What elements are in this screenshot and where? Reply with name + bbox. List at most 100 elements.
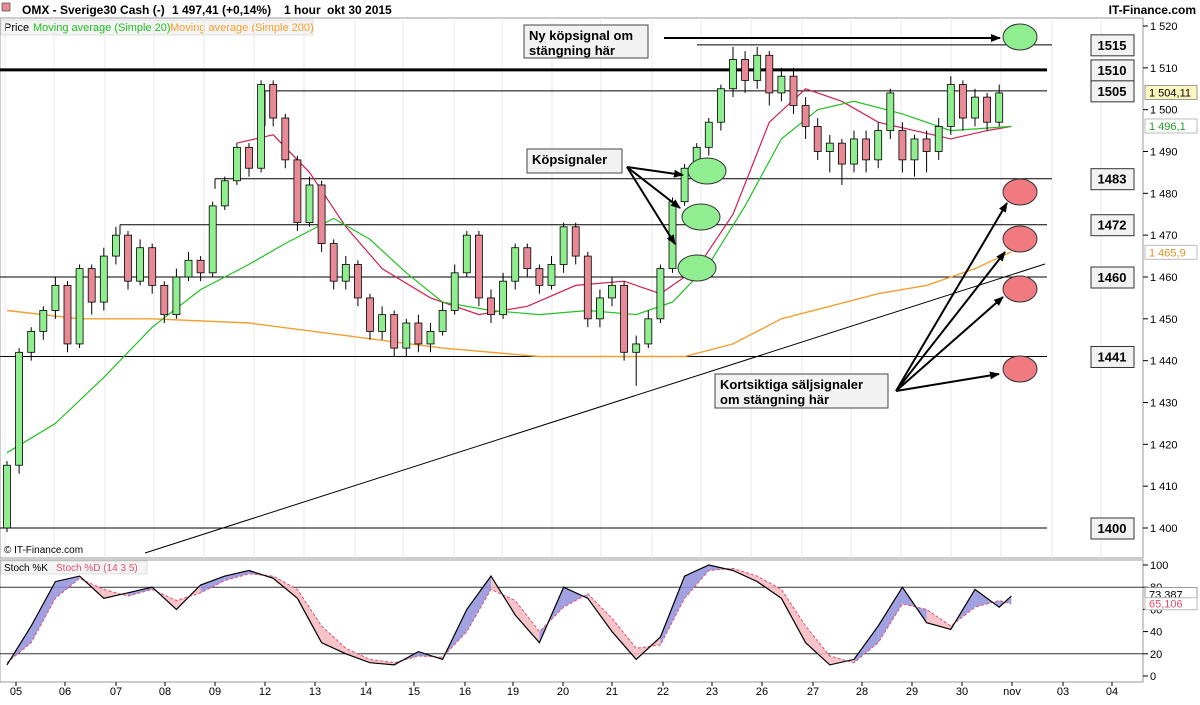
annotation-buy-new-text: Ny köpsignal om bbox=[529, 28, 633, 43]
candle-body bbox=[656, 268, 665, 320]
legend-stoch-k: Stoch %K bbox=[4, 563, 48, 574]
candle bbox=[583, 251, 592, 328]
legend-price: Price bbox=[4, 22, 29, 34]
candle-body bbox=[208, 205, 217, 274]
sell-signal-marker bbox=[1002, 355, 1038, 383]
x-tick-label: 21 bbox=[606, 686, 618, 698]
candle-body bbox=[886, 92, 895, 131]
annotation-buy: Köpsignaler bbox=[526, 148, 623, 174]
stoch-d-value-tag: 65,106 bbox=[1144, 597, 1198, 611]
candle-body bbox=[487, 297, 495, 316]
candle-body bbox=[499, 280, 508, 316]
level-label-1510: 1510 bbox=[1090, 59, 1135, 82]
stoch-tick-label: 0 bbox=[1150, 671, 1156, 683]
x-tick-label: 20 bbox=[557, 686, 569, 698]
candle bbox=[75, 264, 84, 349]
y-tick-label: 1 440 bbox=[1150, 356, 1178, 368]
candle-body bbox=[269, 84, 278, 119]
candle-body bbox=[983, 96, 991, 123]
candle-body bbox=[922, 138, 931, 152]
header-interval: 1 hour bbox=[284, 3, 321, 17]
candle bbox=[462, 230, 471, 277]
candle bbox=[656, 264, 665, 324]
candle-body bbox=[838, 142, 846, 165]
annotation-buy-text: Köpsignaler bbox=[532, 152, 607, 167]
candle-body bbox=[317, 184, 326, 244]
candle-body bbox=[3, 464, 11, 529]
candle bbox=[232, 143, 241, 185]
candle-body bbox=[765, 54, 774, 94]
candle-body bbox=[426, 330, 435, 345]
annotation-buy-new: Ny köpsignal omstängning här bbox=[523, 24, 649, 59]
candle-body bbox=[51, 284, 60, 311]
candle-body bbox=[825, 142, 834, 152]
x-tick-label: 12 bbox=[259, 686, 271, 698]
candle-body bbox=[620, 284, 628, 353]
y-tick-label: 1 410 bbox=[1150, 481, 1178, 493]
candle bbox=[3, 461, 11, 533]
level-label-text: 1505 bbox=[1098, 84, 1127, 99]
candle-body bbox=[305, 184, 314, 224]
y-tick-label: 1 480 bbox=[1150, 188, 1178, 200]
candle-body bbox=[608, 284, 616, 299]
candle-body bbox=[112, 234, 120, 257]
candle-body bbox=[898, 130, 907, 161]
candle-body bbox=[777, 75, 786, 94]
stoch-tick-label: 100 bbox=[1150, 560, 1168, 572]
x-tick-label: 30 bbox=[956, 686, 968, 698]
candle-body bbox=[789, 75, 798, 106]
candle-body bbox=[680, 167, 689, 203]
candle-body bbox=[474, 234, 483, 299]
copyright: © IT-Finance.com bbox=[4, 545, 83, 556]
x-tick-label: 29 bbox=[906, 686, 918, 698]
candle bbox=[99, 247, 108, 311]
candle-body bbox=[438, 310, 447, 332]
candle-body bbox=[196, 259, 205, 274]
stoch-y-axis: 02040608010073,38765,106 bbox=[1143, 560, 1198, 683]
x-tick-label: 28 bbox=[856, 686, 868, 698]
x-tick-label: 14 bbox=[360, 686, 372, 698]
candle-body bbox=[559, 226, 568, 265]
last-price-tag: 1 504,11 bbox=[1144, 84, 1198, 100]
candle-body bbox=[704, 121, 713, 148]
chart-canvas: OMX - Sverige30 Cash (-) 1 497,41 (+0,14… bbox=[0, 0, 1200, 700]
sell-signal-marker bbox=[1002, 275, 1038, 303]
candle-body bbox=[583, 255, 592, 320]
candle-body bbox=[184, 259, 193, 278]
candle-body bbox=[450, 272, 459, 311]
level-label-text: 1400 bbox=[1098, 521, 1127, 536]
candle-body bbox=[462, 234, 471, 274]
buy-signal-marker bbox=[681, 203, 721, 231]
candle-body bbox=[124, 234, 132, 282]
annotation-buy-new-text: stängning här bbox=[529, 43, 615, 58]
x-tick-label: 27 bbox=[807, 686, 819, 698]
candle-body bbox=[75, 268, 84, 345]
y-tick-label: 1 470 bbox=[1150, 230, 1178, 242]
candle-body bbox=[15, 351, 24, 466]
candle-body bbox=[644, 318, 653, 345]
level-label-1472: 1472 bbox=[1090, 214, 1135, 237]
candle bbox=[220, 176, 229, 211]
candle-body bbox=[547, 264, 556, 286]
candle-body bbox=[414, 322, 423, 345]
level-label-1441: 1441 bbox=[1090, 345, 1135, 368]
level-label-text: 1510 bbox=[1098, 63, 1127, 78]
candle bbox=[63, 281, 72, 353]
legend-ma200: Moving average (Simple 200) bbox=[170, 22, 314, 34]
x-tick-label: 16 bbox=[459, 686, 471, 698]
candle bbox=[680, 164, 689, 206]
candle-body bbox=[281, 117, 290, 161]
level-label-1483: 1483 bbox=[1090, 168, 1135, 191]
x-tick-label: 19 bbox=[507, 686, 519, 698]
candle bbox=[15, 348, 24, 474]
header-symbol: OMX - Sverige30 Cash (-) bbox=[22, 3, 165, 17]
annotation-sell: Kortsiktiga säljsignalerom stängning här bbox=[714, 373, 889, 409]
y-tick-label: 1 510 bbox=[1150, 63, 1178, 75]
candle-body bbox=[257, 84, 266, 169]
candle-body bbox=[995, 92, 1004, 123]
stoch-d-value-text: 65,106 bbox=[1149, 599, 1183, 611]
header-brand: IT-Finance.com bbox=[1109, 3, 1196, 17]
candle-body bbox=[245, 146, 253, 169]
candle-body bbox=[87, 268, 96, 303]
x-tick-label: nov bbox=[1003, 686, 1021, 698]
